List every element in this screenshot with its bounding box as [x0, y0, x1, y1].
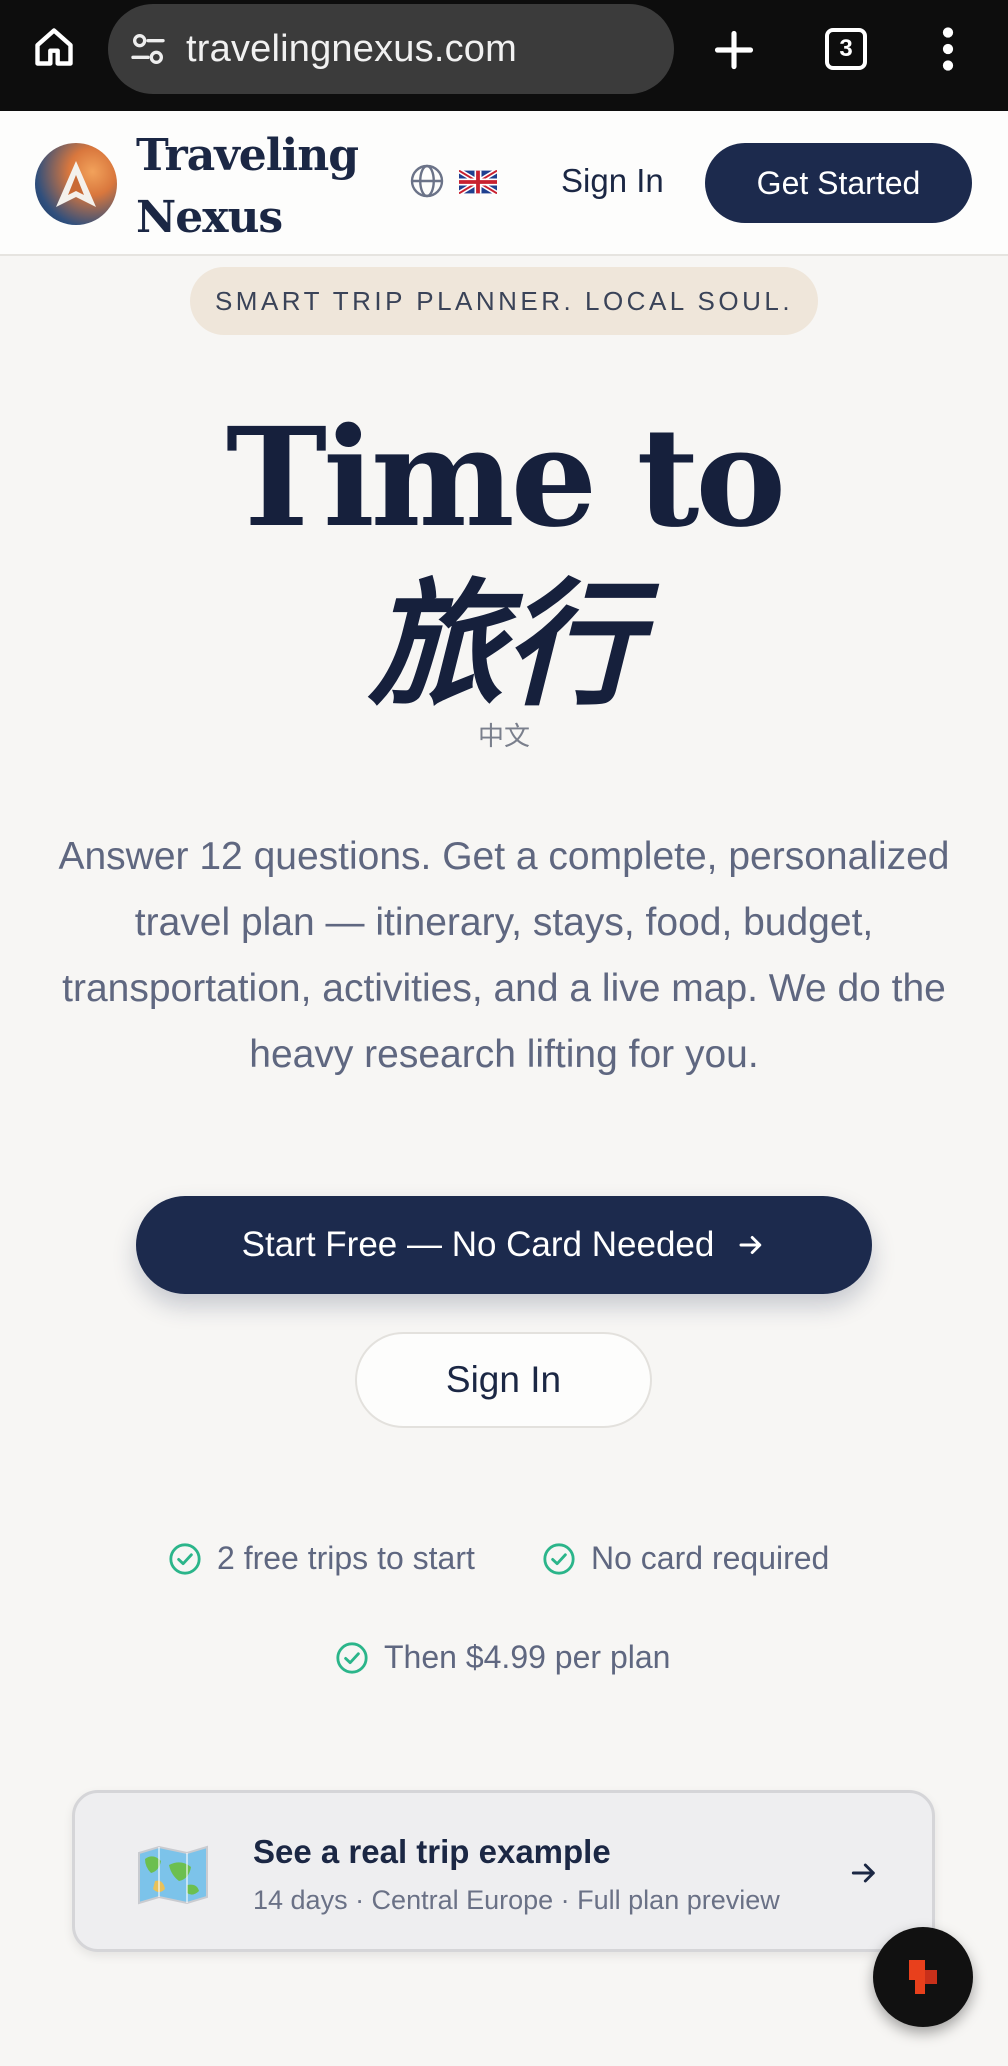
brand-line-2: Nexus	[136, 192, 283, 243]
perk-item: 2 free trips to start	[168, 1540, 475, 1577]
site-header: Traveling Nexus Sign In Get Started	[0, 111, 1008, 256]
check-circle-icon	[336, 1641, 368, 1674]
globe-icon[interactable]	[409, 163, 445, 199]
perk-label: No card required	[591, 1540, 830, 1576]
hero-title-cjk: 旅行	[368, 565, 640, 725]
brand-line-1: Traveling	[136, 130, 359, 181]
hero-language-caption: 中文	[477, 721, 530, 751]
check-circle-icon	[543, 1542, 575, 1575]
tagline-pill: SMART TRIP PLANNER. LOCAL SOUL.	[190, 267, 818, 335]
tab-switcher-button[interactable]: 3	[825, 28, 867, 70]
brand-logo[interactable]	[35, 143, 117, 225]
more-menu-icon[interactable]	[942, 27, 954, 71]
example-card-title: See a real trip example	[253, 1833, 611, 1870]
get-started-button[interactable]: Get Started	[705, 143, 972, 223]
start-free-button[interactable]: Start Free — No Card Needed	[136, 1196, 872, 1294]
chat-widget-icon	[909, 1960, 937, 1994]
world-map-icon	[138, 1845, 208, 1905]
header-sign-in-link[interactable]: Sign In	[561, 162, 664, 200]
perk-item: No card required	[542, 1540, 829, 1577]
example-card-subtitle: 14 days · Central Europe · Full plan pre…	[253, 1885, 780, 1915]
hero-description: Answer 12 questions. Get a complete, per…	[58, 835, 950, 1076]
url-text: travelingnexus.com	[186, 27, 517, 70]
hero-sign-in-button[interactable]: Sign In	[355, 1332, 652, 1428]
new-tab-icon[interactable]	[712, 28, 756, 72]
arrow-right-icon	[851, 1863, 875, 1883]
check-circle-icon	[169, 1542, 201, 1575]
browser-toolbar: travelingnexus.com 3	[0, 0, 1008, 111]
uk-flag-icon[interactable]	[459, 170, 497, 194]
perk-label: 2 free trips to start	[217, 1540, 475, 1576]
address-bar[interactable]: travelingnexus.com	[108, 4, 674, 94]
hero-title: Time to	[225, 398, 786, 558]
trip-example-card[interactable]: See a real trip example 14 days · Centra…	[72, 1790, 935, 1952]
perk-label: Then $4.99 per plan	[384, 1639, 671, 1675]
perk-item: Then $4.99 per plan	[335, 1639, 670, 1676]
brand-name[interactable]: Traveling Nexus	[136, 125, 359, 249]
logo-a-icon	[56, 161, 96, 207]
arrow-right-icon	[739, 1236, 762, 1254]
home-icon[interactable]	[32, 25, 76, 69]
chat-widget-button[interactable]	[873, 1927, 973, 2027]
site-settings-icon[interactable]	[128, 29, 168, 69]
start-free-label: Start Free — No Card Needed	[241, 1225, 715, 1264]
